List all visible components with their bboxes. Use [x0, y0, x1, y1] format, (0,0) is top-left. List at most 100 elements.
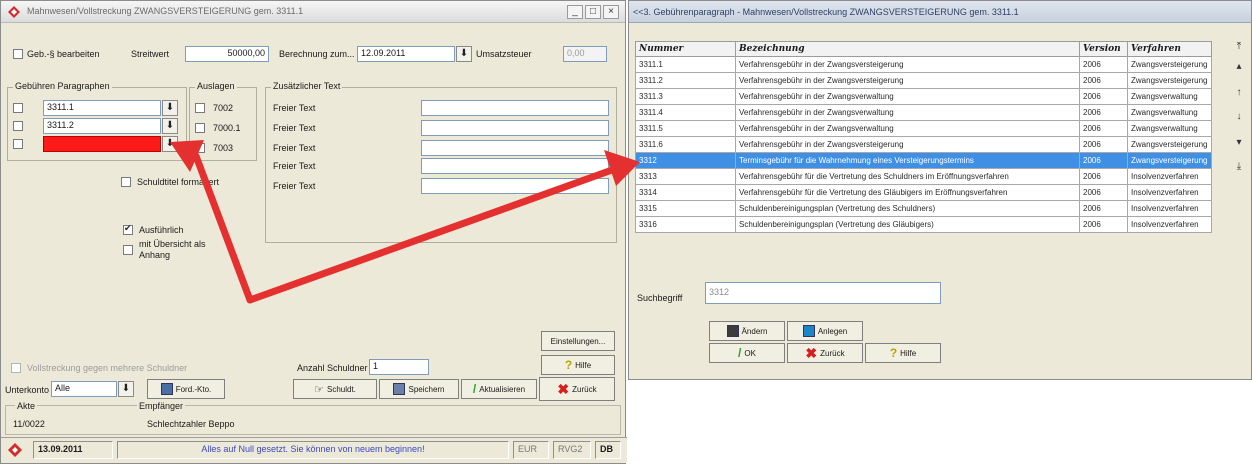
- streitwert-input[interactable]: 50000,00: [185, 46, 269, 62]
- geb-bearbeiten-checkbox[interactable]: [13, 49, 23, 59]
- ausfuehrlich-checkbox[interactable]: [123, 223, 133, 235]
- scroll-up-icon[interactable]: ↑: [1233, 87, 1245, 99]
- scroll-down-icon[interactable]: ↓: [1233, 111, 1245, 123]
- table-row[interactable]: 3315 Schuldenbereinigungsplan (Vertretung…: [635, 200, 1212, 217]
- schuldtitel-checkbox[interactable]: [121, 177, 131, 187]
- ausfuehrlich-label: Ausführlich: [139, 225, 184, 235]
- berechnung-label: Berechnung zum...: [279, 49, 355, 59]
- table-row[interactable]: 3311.2 Verfahrensgebühr in der Zwangsvers…: [635, 72, 1212, 89]
- table-row[interactable]: 3314 Verfahrensgebühr für die Vertretung …: [635, 184, 1212, 201]
- ford-kto-button[interactable]: Ford.-Kto.: [147, 379, 225, 399]
- table-row[interactable]: 3311.4 Verfahrensgebühr in der Zwangsverw…: [635, 104, 1212, 121]
- close-button[interactable]: ×: [603, 5, 619, 19]
- unterkonto-dropdown-icon[interactable]: ⬇: [118, 381, 134, 397]
- freier-text-input-5[interactable]: [421, 178, 609, 194]
- table-row-selected[interactable]: 3312 Terminsgebühr für die Wahrnehmung ei…: [635, 152, 1212, 169]
- freier-text-input-1[interactable]: [421, 100, 609, 116]
- gebuehr-input-2[interactable]: 3311.2: [43, 118, 161, 134]
- freier-text-input-2[interactable]: [421, 120, 609, 136]
- suchbegriff-label: Suchbegriff: [637, 293, 683, 303]
- speichern-button[interactable]: Speichern: [379, 379, 459, 399]
- gebuehr-dropdown-icon-3[interactable]: ⬇: [162, 136, 178, 152]
- main-dialog-window: Mahnwesen/Vollstreckung ZWANGSVERSTEIGER…: [0, 0, 627, 464]
- gebuehr-checkbox-3[interactable]: [13, 139, 23, 149]
- gebuehren-table[interactable]: Nummer Bezeichnung Version Verfahren 331…: [635, 41, 1212, 233]
- date-dropdown-icon[interactable]: ⬇: [456, 46, 472, 62]
- gebuehr-checkbox-1[interactable]: [13, 103, 23, 113]
- gebuehr-input-1[interactable]: 3311.1: [43, 100, 161, 116]
- schuldt-label: Schuldt.: [326, 384, 356, 394]
- cell-version: 2006: [1079, 216, 1128, 233]
- column-header-nummer[interactable]: Nummer: [635, 41, 736, 57]
- status-date: 13.09.2011: [33, 441, 113, 459]
- table-row[interactable]: 3311.3 Verfahrensgebühr in der Zwangsverw…: [635, 88, 1212, 105]
- hilfe-button[interactable]: ? Hilfe: [541, 355, 615, 375]
- gebuehr-input-3-highlighted[interactable]: [43, 136, 161, 152]
- einstellungen-button[interactable]: Einstellungen...: [541, 331, 615, 351]
- zurueck-button[interactable]: ✖ Zurück: [539, 377, 615, 401]
- uebersicht-checkbox[interactable]: [123, 245, 133, 255]
- scroll-page-down-icon[interactable]: ▾: [1233, 137, 1245, 149]
- auslage-checkbox-2[interactable]: [195, 123, 205, 133]
- auslage-checkbox-1[interactable]: [195, 103, 205, 113]
- suchbegriff-input[interactable]: 3312: [705, 282, 941, 304]
- cell-verfahren: Zwangsversteigerung: [1127, 56, 1212, 73]
- cell-version: 2006: [1079, 120, 1128, 137]
- minimize-button[interactable]: _: [567, 5, 583, 19]
- cell-verfahren: Zwangsversteigerung: [1127, 152, 1212, 169]
- cell-nummer: 3312: [635, 152, 736, 169]
- table-row[interactable]: 3311.1 Verfahrensgebühr in der Zwangsvers…: [635, 56, 1212, 73]
- cancel-x-icon: ✖: [557, 380, 570, 397]
- lookup-title-bar: <<3. Gebührenparagraph - Mahnwesen/Volls…: [629, 1, 1251, 23]
- anlegen-button[interactable]: Anlegen: [787, 321, 863, 341]
- auslagen-group-title: Auslagen: [195, 81, 237, 91]
- cell-bezeichnung: Schuldenbereinigungsplan (Vertretung des…: [735, 216, 1080, 233]
- title-bar: Mahnwesen/Vollstreckung ZWANGSVERSTEIGER…: [1, 1, 625, 23]
- cell-bezeichnung: Verfahrensgebühr in der Zwangsverwaltung: [735, 104, 1080, 121]
- aktualisieren-button[interactable]: / Aktualisieren: [461, 379, 537, 399]
- hilfe-label: Hilfe: [575, 360, 592, 370]
- cell-bezeichnung: Schuldenbereinigungsplan (Vertretung des…: [735, 200, 1080, 217]
- cell-nummer: 3314: [635, 184, 736, 201]
- berechnung-date-input[interactable]: 12.09.2011: [357, 46, 455, 62]
- cell-verfahren: Insolvenzverfahren: [1127, 184, 1212, 201]
- table-row[interactable]: 3316 Schuldenbereinigungsplan (Vertretung…: [635, 216, 1212, 233]
- schuldt-button[interactable]: ☞ Schuldt.: [293, 379, 377, 399]
- table-row[interactable]: 3311.5 Verfahrensgebühr in der Zwangsverw…: [635, 120, 1212, 137]
- column-header-verfahren[interactable]: Verfahren: [1127, 41, 1212, 57]
- freier-text-label-5: Freier Text: [273, 181, 316, 191]
- scroll-top-icon[interactable]: ⤒: [1233, 41, 1245, 53]
- cell-version: 2006: [1079, 136, 1128, 153]
- aendern-button[interactable]: Ändern: [709, 321, 785, 341]
- cell-version: 2006: [1079, 56, 1128, 73]
- table-row[interactable]: 3313 Verfahrensgebühr für die Vertretung …: [635, 168, 1212, 185]
- aktualisieren-label: Aktualisieren: [479, 384, 526, 394]
- zurueck-lookup-button[interactable]: ✖ Zurück: [787, 343, 863, 363]
- freier-text-input-4[interactable]: [421, 158, 609, 174]
- cell-verfahren: Zwangsverwaltung: [1127, 88, 1212, 105]
- save-icon: [393, 383, 406, 395]
- gebuehr-dropdown-icon-2[interactable]: ⬇: [162, 118, 178, 134]
- anzahl-schuldner-input[interactable]: 1: [369, 359, 429, 375]
- scroll-bottom-icon[interactable]: ⤓: [1233, 161, 1245, 173]
- freier-text-input-3[interactable]: [421, 140, 609, 156]
- maximize-button[interactable]: □: [585, 5, 601, 19]
- cell-nummer: 3311.5: [635, 120, 736, 137]
- vollstreckung-checkbox[interactable]: [11, 363, 21, 373]
- ok-button[interactable]: / OK: [709, 343, 785, 363]
- refresh-check-icon: /: [472, 382, 477, 396]
- table-row[interactable]: 3311.6 Verfahrensgebühr in der Zwangsvers…: [635, 136, 1212, 153]
- column-header-bezeichnung[interactable]: Bezeichnung: [735, 41, 1080, 57]
- gebuehr-checkbox-2[interactable]: [13, 121, 23, 131]
- cell-verfahren: Insolvenzverfahren: [1127, 216, 1212, 233]
- empfaenger-value: Schlechtzahler Beppo: [147, 419, 235, 429]
- cell-nummer: 3311.6: [635, 136, 736, 153]
- cell-version: 2006: [1079, 168, 1128, 185]
- umsatzsteuer-input[interactable]: 0,00: [563, 46, 607, 62]
- unterkonto-select[interactable]: Alle: [51, 381, 117, 397]
- scroll-page-up-icon[interactable]: ▴: [1233, 61, 1245, 73]
- auslage-checkbox-3[interactable]: [195, 143, 205, 153]
- column-header-version[interactable]: Version: [1079, 41, 1128, 57]
- gebuehr-dropdown-icon-1[interactable]: ⬇: [162, 100, 178, 116]
- hilfe-lookup-button[interactable]: ? Hilfe: [865, 343, 941, 363]
